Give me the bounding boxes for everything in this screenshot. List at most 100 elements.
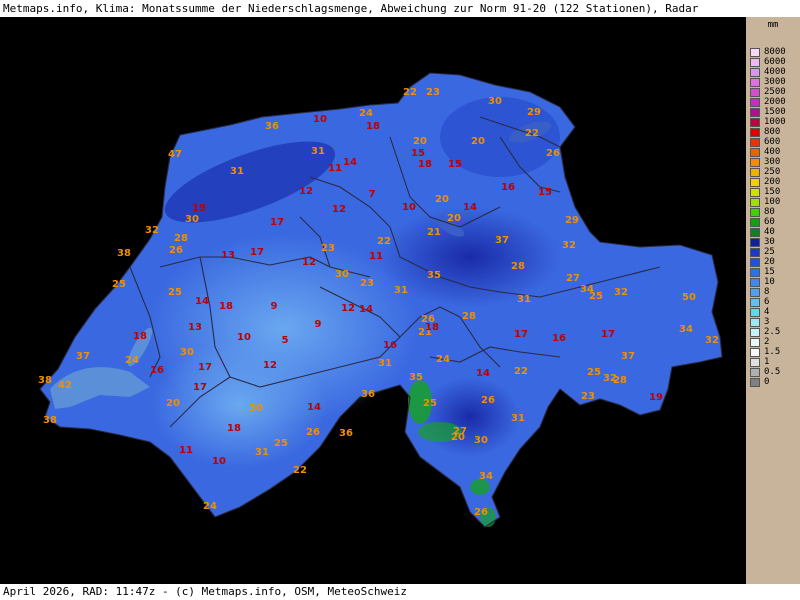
station-value: 32 xyxy=(562,240,576,251)
legend-swatch xyxy=(750,68,760,77)
station-value: 12 xyxy=(341,303,355,314)
legend-swatch xyxy=(750,178,760,187)
legend-swatch xyxy=(750,158,760,167)
station-value: 13 xyxy=(221,250,235,261)
station-value: 24 xyxy=(203,501,217,512)
station-value: 26 xyxy=(474,507,488,518)
station-value: 42 xyxy=(58,380,72,391)
legend-swatch xyxy=(750,368,760,377)
station-value: 18 xyxy=(366,121,380,132)
station-value: 23 xyxy=(581,391,595,402)
legend-swatch xyxy=(750,338,760,347)
station-value: 14 xyxy=(359,304,373,315)
station-value: 10 xyxy=(212,456,226,467)
station-value: 20 xyxy=(451,432,465,443)
legend-swatch xyxy=(750,128,760,137)
station-value: 12 xyxy=(299,186,313,197)
station-value: 47 xyxy=(168,149,182,160)
station-value: 10 xyxy=(237,332,251,343)
station-value: 14 xyxy=(343,157,357,168)
station-value: 31 xyxy=(311,146,325,157)
station-value: 31 xyxy=(517,294,531,305)
station-value: 34 xyxy=(679,324,693,335)
legend-swatch xyxy=(750,258,760,267)
station-value: 13 xyxy=(188,322,202,333)
legend-swatch xyxy=(750,108,760,117)
station-value: 19 xyxy=(192,203,206,214)
station-value: 28 xyxy=(613,375,627,386)
station-value: 16 xyxy=(150,365,164,376)
legend-label: 0 xyxy=(764,377,770,387)
footer-caption: April 2026, RAD: 11:47z - (c) Metmaps.in… xyxy=(0,584,800,600)
station-value: 38 xyxy=(38,375,52,386)
station-value: 16 xyxy=(552,333,566,344)
station-value: 22 xyxy=(403,87,417,98)
station-value: 36 xyxy=(265,121,279,132)
legend-item: 1.5 xyxy=(750,347,798,358)
legend-swatch xyxy=(750,268,760,277)
station-value: 16 xyxy=(501,182,515,193)
legend-panel: mm 8000 6000 4000 3000 2500 2000 1500 1000 800 60… xyxy=(746,17,800,584)
station-value: 14 xyxy=(307,402,321,413)
station-value: 29 xyxy=(527,107,541,118)
legend-item: 0 xyxy=(750,377,798,388)
station-value: 25 xyxy=(587,367,601,378)
station-value: 22 xyxy=(514,366,528,377)
map-canvas: 22 233029102418362220 2015 2647 311411 18 1531… xyxy=(38,72,723,528)
station-value: 25 xyxy=(589,291,603,302)
station-value: 32 xyxy=(705,335,719,346)
station-value: 25 xyxy=(274,438,288,449)
station-value: 27 xyxy=(566,273,580,284)
precipitation-map[interactable]: 22 23 30 29 10 24 18 36 22 20 20 15 26 47 31 14 11 18 15 31… xyxy=(0,17,746,584)
station-value: 38 xyxy=(43,415,57,426)
station-value: 11 xyxy=(328,163,342,174)
legend-swatch xyxy=(750,288,760,297)
station-value: 17 xyxy=(198,362,212,373)
station-value: 9 xyxy=(271,301,278,312)
station-value: 20 xyxy=(166,398,180,409)
station-value: 26 xyxy=(546,148,560,159)
station-value: 10 xyxy=(402,202,416,213)
station-value: 34 xyxy=(479,471,493,482)
legend-swatch xyxy=(750,278,760,287)
station-value: 22 xyxy=(525,128,539,139)
station-value: 11 xyxy=(369,251,383,262)
station-value: 31 xyxy=(255,447,269,458)
legend-item: 2.5 xyxy=(750,327,798,338)
station-value: 18 xyxy=(219,301,233,312)
station-value: 50 xyxy=(682,292,696,303)
station-value: 28 xyxy=(174,233,188,244)
station-value: 35 xyxy=(409,372,423,383)
legend-swatch xyxy=(750,218,760,227)
station-value: 14 xyxy=(463,202,477,213)
station-value: 37 xyxy=(621,351,635,362)
station-value: 17 xyxy=(250,247,264,258)
station-value: 17 xyxy=(193,382,207,393)
station-value: 18 xyxy=(418,159,432,170)
legend-swatch xyxy=(750,208,760,217)
station-value: 31 xyxy=(394,285,408,296)
station-value: 12 xyxy=(302,257,316,268)
station-value: 17 xyxy=(270,217,284,228)
station-value: 22 xyxy=(293,465,307,476)
station-value: 30 xyxy=(474,435,488,446)
station-value: 20 xyxy=(471,136,485,147)
station-value: 20 xyxy=(413,136,427,147)
station-value: 25 xyxy=(112,279,126,290)
station-value: 32 xyxy=(614,287,628,298)
station-value: 29 xyxy=(565,215,579,226)
legend-item: 10 xyxy=(750,277,798,288)
station-value: 21 xyxy=(427,227,441,238)
station-value: 17 xyxy=(514,329,528,340)
station-value: 26 xyxy=(169,245,183,256)
station-value: 24 xyxy=(359,108,373,119)
station-value: 26 xyxy=(306,427,320,438)
station-value: 16 xyxy=(383,340,397,351)
legend-swatch xyxy=(750,328,760,337)
map-title: Metmaps.info, Klima: Monatssumme der Nie… xyxy=(0,0,800,17)
legend-swatch xyxy=(750,228,760,237)
legend-swatch xyxy=(750,118,760,127)
legend-swatch xyxy=(750,148,760,157)
station-value: 18 xyxy=(133,331,147,342)
station-value: 37 xyxy=(76,351,90,362)
